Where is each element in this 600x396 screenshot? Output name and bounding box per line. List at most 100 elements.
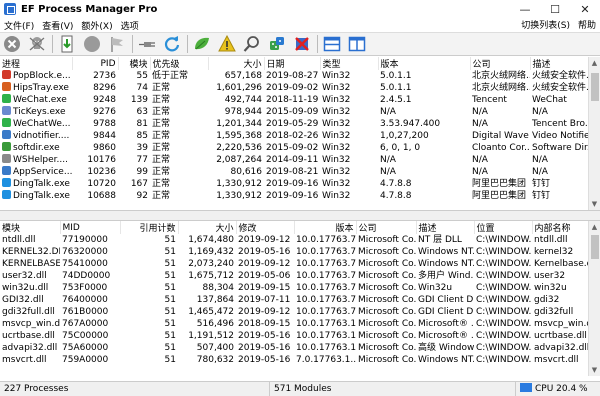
module-row[interactable]: advapi32.dll 75A60000 51 507,400 2019-05-16 1… bbox=[0, 342, 588, 354]
module-row[interactable]: ucrtbase.dll 75C00000 51 1,191,512 2019-05-1… bbox=[0, 330, 588, 342]
process-row[interactable]: WeChat.exe 9248 139 正常 492,744 2018-11-19 Win3… bbox=[0, 94, 588, 106]
col-company[interactable]: 公司 bbox=[356, 221, 417, 234]
process-list[interactable]: 进程 PID 模块 优先级 大小 日期 类型 版本 公司 描述 PopBlock… bbox=[0, 57, 600, 210]
scroll-down-arrow[interactable]: ▼ bbox=[589, 198, 600, 210]
process-version-text: 1,0,27,200 bbox=[380, 131, 429, 141]
module-cell-company: Microsoft Co... bbox=[358, 343, 416, 353]
col-description[interactable]: 描述 bbox=[530, 57, 589, 70]
process-pid-text: 10176 bbox=[87, 155, 116, 165]
col-module[interactable]: 模块 bbox=[0, 221, 61, 234]
col-description[interactable]: 描述 bbox=[416, 221, 475, 234]
col-modified[interactable]: 修改 bbox=[236, 221, 295, 234]
plug-icon[interactable] bbox=[137, 34, 157, 54]
close-button[interactable]: ✕ bbox=[570, 0, 600, 18]
menu-options[interactable]: 选项 bbox=[117, 19, 143, 32]
process-row[interactable]: PopBlock.e... 2736 55 低于正常 657,168 2019-08-27… bbox=[0, 70, 588, 82]
module-row[interactable]: KERNELBASE....75410000 51 2,073,240 2019-09… bbox=[0, 258, 588, 270]
process-cell-type: Win32 bbox=[320, 118, 378, 130]
module-cell-internal: win32u bbox=[534, 283, 567, 293]
process-cell-company: N/A bbox=[470, 154, 530, 166]
module-row[interactable]: msvcp_win.dll 767A0000 51 516,496 2018-09-15… bbox=[0, 318, 588, 330]
module-cell-mid: 75A60000 bbox=[62, 343, 109, 353]
col-process[interactable]: 进程 bbox=[0, 57, 73, 70]
menu-view[interactable]: 查看(V) bbox=[38, 19, 77, 32]
module-row[interactable]: user32.dll 74DD0000 51 1,675,712 2019-05-06 1… bbox=[0, 270, 588, 282]
scroll-down-arrow[interactable]: ▼ bbox=[589, 364, 600, 376]
process-row[interactable]: HipsTray.exe 8296 74 正常 1,601,296 2019-09-02 W… bbox=[0, 82, 588, 94]
process-size-text: 80,616 bbox=[230, 167, 263, 177]
pane-splitter[interactable] bbox=[0, 210, 600, 221]
export-icon[interactable] bbox=[57, 34, 77, 54]
view-vertical-icon[interactable] bbox=[347, 34, 367, 54]
col-version[interactable]: 版本 bbox=[378, 57, 471, 70]
process-row[interactable]: softdir.exe 9860 39 正常 2,220,536 2015-09-02 Wi… bbox=[0, 142, 588, 154]
col-type[interactable]: 类型 bbox=[320, 57, 379, 70]
process-row[interactable]: WeChatWe... 9788 81 正常 1,201,344 2019-05-29 Wi… bbox=[0, 118, 588, 130]
process-scrollbar[interactable]: ▲ ▼ bbox=[588, 57, 600, 210]
module-row[interactable]: ntdll.dll 77190000 51 1,674,480 2019-09-12 10… bbox=[0, 234, 588, 246]
close-process-icon[interactable] bbox=[2, 34, 22, 54]
warning-icon[interactable] bbox=[217, 34, 237, 54]
module-row[interactable]: msvcrt.dll 759A0000 51 780,632 2019-05-16 7.0… bbox=[0, 354, 588, 366]
maximize-button[interactable]: ☐ bbox=[540, 0, 570, 18]
menu-help[interactable]: 帮助 bbox=[574, 18, 600, 32]
process-row[interactable]: TicKeys.exe 9276 63 正常 978,944 2015-09-09 Win3… bbox=[0, 106, 588, 118]
process-row[interactable]: DingTalk.exe 10720 167 正常 1,330,912 2019-09-1… bbox=[0, 178, 588, 190]
search-icon[interactable] bbox=[242, 34, 262, 54]
process-cell-modules: 92 bbox=[118, 190, 150, 202]
module-cell-desc: Windows NT... bbox=[418, 355, 474, 365]
process-company-text: 北京火绒网络... bbox=[472, 83, 530, 93]
view-horizontal-icon[interactable] bbox=[322, 34, 342, 54]
col-refcount[interactable]: 引用计数 bbox=[120, 221, 179, 234]
scroll-up-arrow[interactable]: ▲ bbox=[589, 57, 600, 69]
col-size[interactable]: 大小 bbox=[208, 57, 265, 70]
leaf-icon[interactable] bbox=[192, 34, 212, 54]
dice-icon[interactable] bbox=[267, 34, 287, 54]
process-size-text: 1,601,296 bbox=[216, 83, 262, 93]
module-cell-internal: ntdll.dll bbox=[534, 235, 568, 245]
module-row[interactable]: GDI32.dll 76400000 51 137,864 2019-07-11 10.0… bbox=[0, 294, 588, 306]
module-cell-size: 507,400 bbox=[196, 343, 234, 353]
col-company[interactable]: 公司 bbox=[470, 57, 531, 70]
minimize-button[interactable]: — bbox=[510, 0, 540, 18]
module-row[interactable]: win32u.dll 753F0000 51 88,304 2019-09-15 10.0… bbox=[0, 282, 588, 294]
module-list[interactable]: 模块 MID 引用计数 大小 修改 版本 公司 描述 位置 内部名称 ntdll… bbox=[0, 221, 600, 376]
col-date[interactable]: 日期 bbox=[264, 57, 321, 70]
module-cell-version: 10.0.17763.7... bbox=[296, 295, 356, 305]
module-cell-name: win32u.dll bbox=[2, 283, 49, 293]
process-row[interactable]: DingTalk.exe 10688 92 正常 1,330,912 2019-09-16… bbox=[0, 190, 588, 202]
process-row[interactable]: AppService... 10236 99 正常 80,616 2019-08-21 Wi… bbox=[0, 166, 588, 178]
process-row[interactable]: WSHelper.... 10176 77 正常 2,087,264 2014-09-11… bbox=[0, 154, 588, 166]
col-modules[interactable]: 模块 bbox=[118, 57, 151, 70]
process-priority-text: 正常 bbox=[152, 167, 171, 177]
flag-icon[interactable] bbox=[107, 34, 127, 54]
module-cell-refs: 51 bbox=[164, 331, 176, 341]
col-size[interactable]: 大小 bbox=[178, 221, 237, 234]
col-pid[interactable]: PID bbox=[72, 57, 119, 70]
col-location[interactable]: 位置 bbox=[474, 221, 533, 234]
scroll-thumb[interactable] bbox=[591, 73, 599, 101]
pause-icon[interactable] bbox=[82, 34, 102, 54]
delete-icon[interactable] bbox=[292, 34, 312, 54]
refresh-icon[interactable] bbox=[162, 34, 182, 54]
col-mid[interactable]: MID bbox=[60, 221, 121, 234]
menu-extra[interactable]: 额外(X) bbox=[77, 19, 116, 32]
module-row[interactable]: gdi32full.dll 761B0000 51 1,465,472 2019-09-… bbox=[0, 306, 588, 318]
scroll-up-arrow[interactable]: ▲ bbox=[589, 221, 600, 233]
process-cell-name: DingTalk.exe bbox=[0, 178, 72, 190]
process-date-text: 2015-09-02 bbox=[266, 143, 319, 153]
module-cell-size: 516,496 bbox=[196, 319, 234, 329]
scroll-thumb[interactable] bbox=[591, 235, 599, 259]
kill-process-icon[interactable] bbox=[27, 34, 47, 54]
col-version[interactable]: 版本 bbox=[294, 221, 357, 234]
process-row[interactable]: vidnotifier.... 9844 85 正常 1,595,368 2018-02-… bbox=[0, 130, 588, 142]
module-row[interactable]: KERNEL32.DLL76320000 51 1,169,432 2019-05-1… bbox=[0, 246, 588, 258]
col-priority[interactable]: 优先级 bbox=[150, 57, 209, 70]
module-cell-refs: 51 bbox=[164, 295, 176, 305]
col-internal-name[interactable]: 内部名称 bbox=[532, 221, 589, 234]
module-scrollbar[interactable]: ▲ ▼ bbox=[588, 221, 600, 376]
process-icon bbox=[2, 130, 11, 139]
process-cell-size: 978,944 bbox=[208, 106, 264, 118]
menu-switch-list[interactable]: 切换列表(S) bbox=[517, 18, 574, 32]
menu-file[interactable]: 文件(F) bbox=[0, 19, 38, 32]
